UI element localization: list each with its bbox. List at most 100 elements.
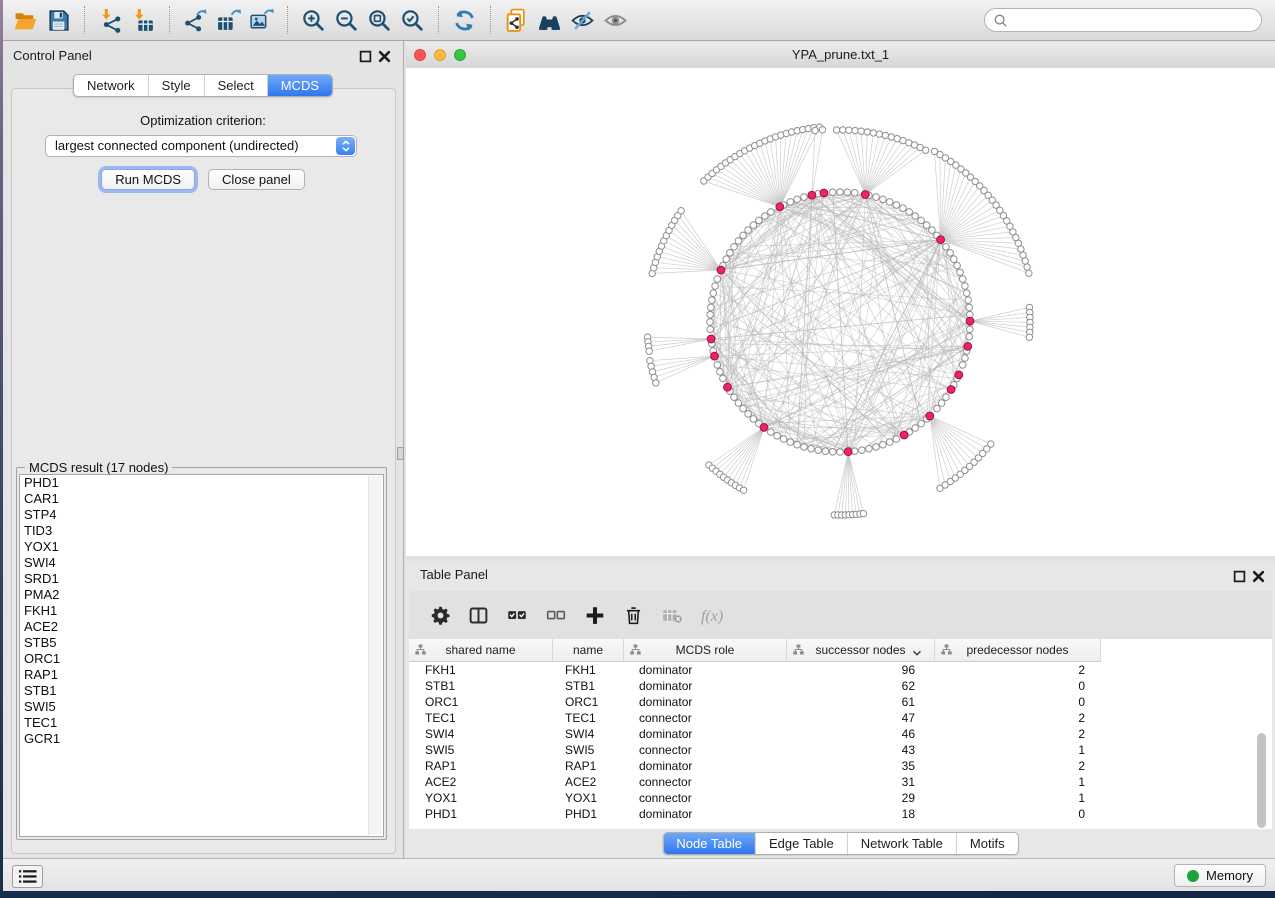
function-builder-icon: f(x): [700, 605, 734, 626]
mcds-result-list[interactable]: PHD1CAR1STP4TID3YOX1SWI4SRD1PMA2FKH1ACE2…: [19, 474, 384, 837]
column-header-MCDS-role[interactable]: MCDS role: [624, 639, 787, 661]
hide-selected-button[interactable]: [566, 4, 599, 37]
apply-preferred-layout-button[interactable]: [448, 4, 481, 37]
toggle-columns-icon: [468, 605, 489, 626]
tree-icon: [941, 644, 952, 655]
status-menu-button[interactable]: [12, 865, 43, 888]
tab-node-table[interactable]: Node Table: [663, 833, 755, 854]
mcds-result-item[interactable]: TEC1: [20, 715, 383, 731]
tab-mcds[interactable]: MCDS: [267, 75, 332, 96]
mcds-result-item[interactable]: ACE2: [20, 619, 383, 635]
float-panel-icon[interactable]: [359, 50, 372, 63]
search-input[interactable]: [1011, 10, 1255, 32]
table-row[interactable]: RAP1RAP1dominator352: [409, 758, 1272, 774]
cell-shared-name: PHD1: [409, 806, 553, 822]
zoom-in-button[interactable]: [297, 4, 330, 37]
mcds-result-item[interactable]: PMA2: [20, 587, 383, 603]
mcds-list-scrollbar[interactable]: [368, 476, 382, 835]
run-mcds-button[interactable]: Run MCDS: [101, 169, 195, 190]
close-panel-icon[interactable]: [1252, 570, 1265, 583]
tab-style[interactable]: Style: [148, 75, 204, 96]
mcds-result-item[interactable]: CAR1: [20, 491, 383, 507]
tab-select[interactable]: Select: [204, 75, 267, 96]
network-title: YPA_prune.txt_1: [406, 47, 1275, 62]
import-table-button[interactable]: [127, 4, 160, 37]
save-session-button[interactable]: [42, 4, 75, 37]
close-panel-icon[interactable]: [378, 50, 391, 63]
mcds-result-item[interactable]: STB5: [20, 635, 383, 651]
export-network-icon: [183, 8, 208, 33]
optimization-criterion-select[interactable]: largest connected component (undirected): [45, 135, 357, 157]
zoom-fit-button[interactable]: [363, 4, 396, 37]
clone-network-button[interactable]: [500, 4, 533, 37]
cell-shared-name: RAP1: [409, 758, 553, 774]
mcds-result-item[interactable]: ORC1: [20, 651, 383, 667]
zoom-selected-button[interactable]: [396, 4, 429, 37]
mcds-result-item[interactable]: GCR1: [20, 731, 383, 747]
import-network-button[interactable]: [94, 4, 127, 37]
cell-name: SWI4: [553, 726, 624, 742]
memory-button[interactable]: Memory: [1174, 864, 1266, 887]
table-row[interactable]: PHD1PHD1dominator180: [409, 806, 1272, 822]
show-all-button[interactable]: [599, 4, 632, 37]
network-canvas[interactable]: [406, 68, 1275, 556]
cell-MCDS-role: connector: [624, 710, 787, 726]
float-panel-icon[interactable]: [1233, 570, 1246, 583]
table-row[interactable]: ORC1ORC1dominator610: [409, 694, 1272, 710]
clone-network-icon: [504, 8, 529, 33]
cell-name: TEC1: [553, 710, 624, 726]
search-icon: [993, 13, 1008, 28]
tab-network[interactable]: Network: [74, 75, 148, 96]
table-options-gear-button[interactable]: [430, 603, 451, 627]
delete-columns-button[interactable]: [623, 603, 644, 627]
mcds-result-item[interactable]: STP4: [20, 507, 383, 523]
table-row[interactable]: FKH1FKH1dominator962: [409, 662, 1272, 678]
export-image-button[interactable]: [245, 4, 278, 37]
toolbar-separator: [490, 6, 491, 34]
mcds-result-item[interactable]: YOX1: [20, 539, 383, 555]
toggle-columns-button[interactable]: [468, 603, 489, 627]
table-row[interactable]: STB1STB1dominator620: [409, 678, 1272, 694]
tab-edge-table[interactable]: Edge Table: [755, 833, 847, 854]
column-header-name[interactable]: name: [553, 639, 624, 661]
tab-network-table[interactable]: Network Table: [847, 833, 956, 854]
cell-shared-name: FKH1: [409, 662, 553, 678]
mcds-result-item[interactable]: SWI4: [20, 555, 383, 571]
table-row[interactable]: TEC1TEC1connector472: [409, 710, 1272, 726]
optimization-criterion-label: Optimization criterion:: [3, 113, 403, 128]
deselect-all-rows-button[interactable]: [545, 603, 567, 627]
open-file-button[interactable]: [9, 4, 42, 37]
search-box[interactable]: [984, 8, 1262, 32]
import-table-icon: [131, 8, 156, 33]
table-row[interactable]: SWI5SWI5connector431: [409, 742, 1272, 758]
select-all-rows-button[interactable]: [506, 603, 528, 627]
table-row[interactable]: SWI4SWI4dominator462: [409, 726, 1272, 742]
cell-name: SWI5: [553, 742, 624, 758]
mcds-result-item[interactable]: SRD1: [20, 571, 383, 587]
tree-icon: [630, 644, 641, 655]
column-header-successor-nodes[interactable]: successor nodes: [787, 639, 935, 661]
column-label: MCDS role: [676, 643, 735, 657]
zoom-out-button[interactable]: [330, 4, 363, 37]
table-row[interactable]: YOX1YOX1connector291: [409, 790, 1272, 806]
export-table-button[interactable]: [212, 4, 245, 37]
export-network-button[interactable]: [179, 4, 212, 37]
mcds-result-item[interactable]: SWI5: [20, 699, 383, 715]
add-column-button[interactable]: [584, 603, 606, 627]
close-panel-button[interactable]: Close panel: [208, 169, 305, 190]
vertical-splitter-handle[interactable]: [397, 447, 404, 460]
mcds-result-item[interactable]: STB1: [20, 683, 383, 699]
table-row[interactable]: ACE2ACE2connector311: [409, 774, 1272, 790]
mcds-result-item[interactable]: PHD1: [20, 475, 383, 491]
table-scrollbar-thumb[interactable]: [1257, 733, 1266, 828]
column-header-predecessor-nodes[interactable]: predecessor nodes: [935, 639, 1101, 661]
show-all-icon: [603, 8, 628, 33]
column-header-shared-name[interactable]: shared name: [409, 639, 553, 661]
mcds-result-item[interactable]: TID3: [20, 523, 383, 539]
cell-successor-nodes: 29: [787, 790, 935, 806]
tab-motifs[interactable]: Motifs: [956, 833, 1018, 854]
column-label: shared name: [445, 643, 515, 657]
mcds-result-item[interactable]: FKH1: [20, 603, 383, 619]
first-neighbors-button[interactable]: [533, 4, 566, 37]
mcds-result-item[interactable]: RAP1: [20, 667, 383, 683]
